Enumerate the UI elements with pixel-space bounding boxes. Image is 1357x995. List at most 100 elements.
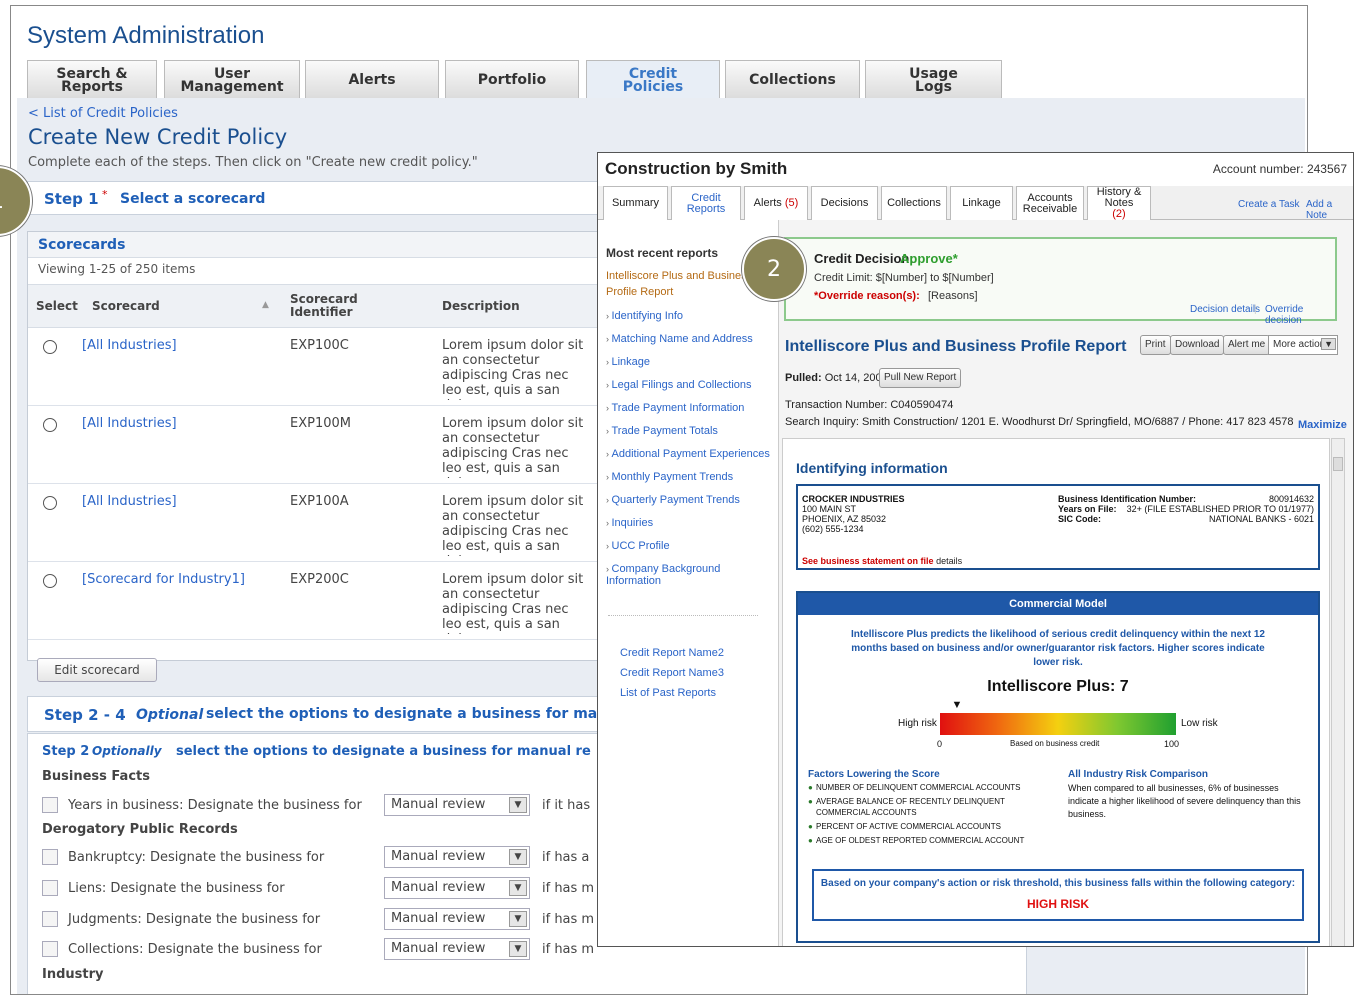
- tab-alerts[interactable]: Alerts: [305, 60, 439, 98]
- option-checkbox[interactable]: [42, 849, 58, 865]
- add-note-link[interactable]: Add a Note: [1306, 199, 1353, 221]
- sidebar-link-label: Identifying Info: [611, 310, 684, 322]
- factors-list: ● NUMBER OF DELINQUENT COMMERCIAL ACCOUNT…: [808, 782, 1053, 849]
- factors-heading: Factors Lowering the Score: [808, 769, 940, 780]
- option-select[interactable]: Manual review ▼: [384, 846, 530, 868]
- option-label: Liens: Designate the business for: [68, 881, 285, 896]
- option-select-value: Manual review: [391, 849, 486, 864]
- scorecard-radio[interactable]: [43, 418, 57, 432]
- tab-credit-reports[interactable]: Credit Reports: [671, 186, 741, 221]
- past-reports-link[interactable]: List of Past Reports: [620, 687, 716, 699]
- tab-collections[interactable]: Collections: [725, 60, 860, 98]
- option-select[interactable]: Manual review ▼: [384, 877, 530, 899]
- scorecard-link[interactable]: [All Industries]: [82, 494, 177, 509]
- col-scorecard[interactable]: Scorecard: [92, 299, 160, 313]
- tab-user-management[interactable]: User Management: [164, 60, 300, 98]
- tab-alerts-report[interactable]: Alerts (5): [744, 186, 808, 220]
- scroll-thumb[interactable]: [1333, 457, 1343, 471]
- alert-me-button[interactable]: Alert me: [1223, 335, 1271, 355]
- sidebar-link[interactable]: › Monthly Payment Trends: [606, 471, 733, 483]
- more-actions-select[interactable]: More actions ▼: [1268, 335, 1338, 355]
- sidebar-link[interactable]: › Quarterly Payment Trends: [606, 494, 740, 506]
- sidebar-link[interactable]: › UCC Profile: [606, 540, 670, 552]
- factor-item: ● NUMBER OF DELINQUENT COMMERCIAL ACCOUNT…: [808, 782, 1053, 793]
- search-inquiry: Search Inquiry: Smith Construction/ 1201…: [785, 416, 1294, 428]
- option-select-value: Manual review: [391, 880, 486, 895]
- sidebar-link[interactable]: › Inquiries: [606, 517, 653, 529]
- scrollbar[interactable]: [1331, 438, 1345, 946]
- tab-usage-logs[interactable]: Usage Logs: [865, 60, 1002, 98]
- tab-collections-report[interactable]: Collections: [881, 186, 947, 220]
- tab-search-reports[interactable]: Search & Reports: [27, 60, 157, 98]
- sidebar-link[interactable]: › Identifying Info: [606, 310, 683, 322]
- group-industry: Industry: [42, 967, 104, 982]
- option-suffix: if has a: [542, 850, 590, 865]
- option-select[interactable]: Manual review ▼: [384, 938, 530, 960]
- sidebar-link[interactable]: › Trade Payment Totals: [606, 425, 718, 437]
- sidebar-link-label: Company Background Information: [606, 563, 721, 587]
- bullet-icon: ●: [808, 836, 813, 845]
- option-select[interactable]: Manual review ▼: [384, 794, 530, 816]
- override-decision-link[interactable]: Override decision: [1265, 304, 1335, 326]
- factor-item: ● AGE OF OLDEST REPORTED COMMERCIAL ACCOU…: [808, 835, 1053, 846]
- sidebar-link[interactable]: › Linkage: [606, 356, 650, 368]
- sort-up-icon[interactable]: ▲: [262, 300, 269, 310]
- option-label: Years in business: Designate the busines…: [68, 798, 362, 813]
- tab-accounts-receivable[interactable]: Accounts Receivable: [1016, 186, 1084, 220]
- option-checkbox[interactable]: [42, 941, 58, 957]
- recent-heading: Most recent reports: [606, 246, 719, 260]
- tab-portfolio[interactable]: Portfolio: [445, 60, 579, 98]
- col-identifier[interactable]: Scorecard Identifier: [290, 293, 358, 319]
- scorecard-link[interactable]: [All Industries]: [82, 338, 177, 353]
- step2-label: Step 2: [42, 744, 90, 759]
- required-star: *: [102, 188, 108, 201]
- other-report-2[interactable]: Credit Report Name2: [620, 647, 724, 659]
- see-statement-link[interactable]: See business statement on file: [802, 556, 934, 566]
- step2-4-optional: Optional: [136, 707, 204, 723]
- tab-linkage[interactable]: Linkage: [950, 186, 1013, 220]
- scorecard-link[interactable]: [Scorecard for Industry1]: [82, 572, 245, 587]
- scorecard-radio[interactable]: [43, 574, 57, 588]
- tab-summary[interactable]: Summary: [603, 186, 668, 220]
- decision-details-link[interactable]: Decision details: [1190, 304, 1260, 315]
- factor-text: NUMBER OF DELINQUENT COMMERCIAL ACCOUNTS: [816, 783, 1021, 792]
- print-button[interactable]: Print: [1140, 335, 1171, 355]
- option-label: Bankruptcy: Designate the business for: [68, 850, 325, 865]
- maximize-link[interactable]: Maximize: [1298, 419, 1347, 431]
- step2-4-label: Step 2 - 4: [44, 706, 126, 724]
- address-line2: PHOENIX, AZ 85032: [802, 514, 887, 524]
- scorecard-identifier: EXP100M: [290, 416, 351, 431]
- chevron-down-icon: ▼: [509, 797, 527, 813]
- back-link[interactable]: < List of Credit Policies: [28, 106, 178, 121]
- active-report-link[interactable]: Intelliscore Plus and Business Profile R…: [606, 268, 756, 302]
- option-suffix: if has m: [542, 942, 595, 957]
- option-checkbox[interactable]: [42, 911, 58, 927]
- option-checkbox[interactable]: [42, 880, 58, 896]
- address-line1: 100 MAIN ST: [802, 504, 857, 514]
- sidebar-link[interactable]: › Matching Name and Address: [606, 333, 753, 345]
- pull-new-report-button[interactable]: Pull New Report: [879, 368, 962, 388]
- sidebar-link[interactable]: › Company Background Information: [606, 563, 778, 587]
- scorecard-link[interactable]: [All Industries]: [82, 416, 177, 431]
- sidebar-link[interactable]: › Additional Payment Experiences: [606, 448, 770, 460]
- sidebar-link[interactable]: › Legal Filings and Collections: [606, 379, 752, 391]
- edit-scorecard-button[interactable]: Edit scorecard: [37, 658, 157, 682]
- option-checkbox[interactable]: [42, 797, 58, 813]
- create-task-link[interactable]: Create a Task: [1238, 199, 1300, 210]
- scorecard-radio[interactable]: [43, 496, 57, 510]
- option-select[interactable]: Manual review ▼: [384, 908, 530, 930]
- download-button[interactable]: Download: [1170, 335, 1225, 355]
- tab-decisions[interactable]: Decisions: [811, 186, 878, 220]
- override-label: *Override reason(s):: [814, 290, 920, 302]
- report-title: Intelliscore Plus and Business Profile R…: [785, 338, 1127, 355]
- business-phone: (602) 555-1234: [802, 524, 864, 534]
- factor-text: PERCENT OF ACTIVE COMMERCIAL ACCOUNTS: [816, 822, 1001, 831]
- scorecard-radio[interactable]: [43, 340, 57, 354]
- tab-history-notes[interactable]: History & Notes (2): [1087, 186, 1151, 220]
- viewing-count: Viewing 1-25 of 250 items: [38, 262, 196, 276]
- other-report-3[interactable]: Credit Report Name3: [620, 667, 724, 679]
- comparison-heading: All Industry Risk Comparison: [1068, 769, 1209, 780]
- tab-credit-policies[interactable]: Credit Policies: [586, 60, 720, 98]
- sidebar-link[interactable]: › Trade Payment Information: [606, 402, 744, 414]
- instructions: Complete each of the steps. Then click o…: [28, 155, 478, 170]
